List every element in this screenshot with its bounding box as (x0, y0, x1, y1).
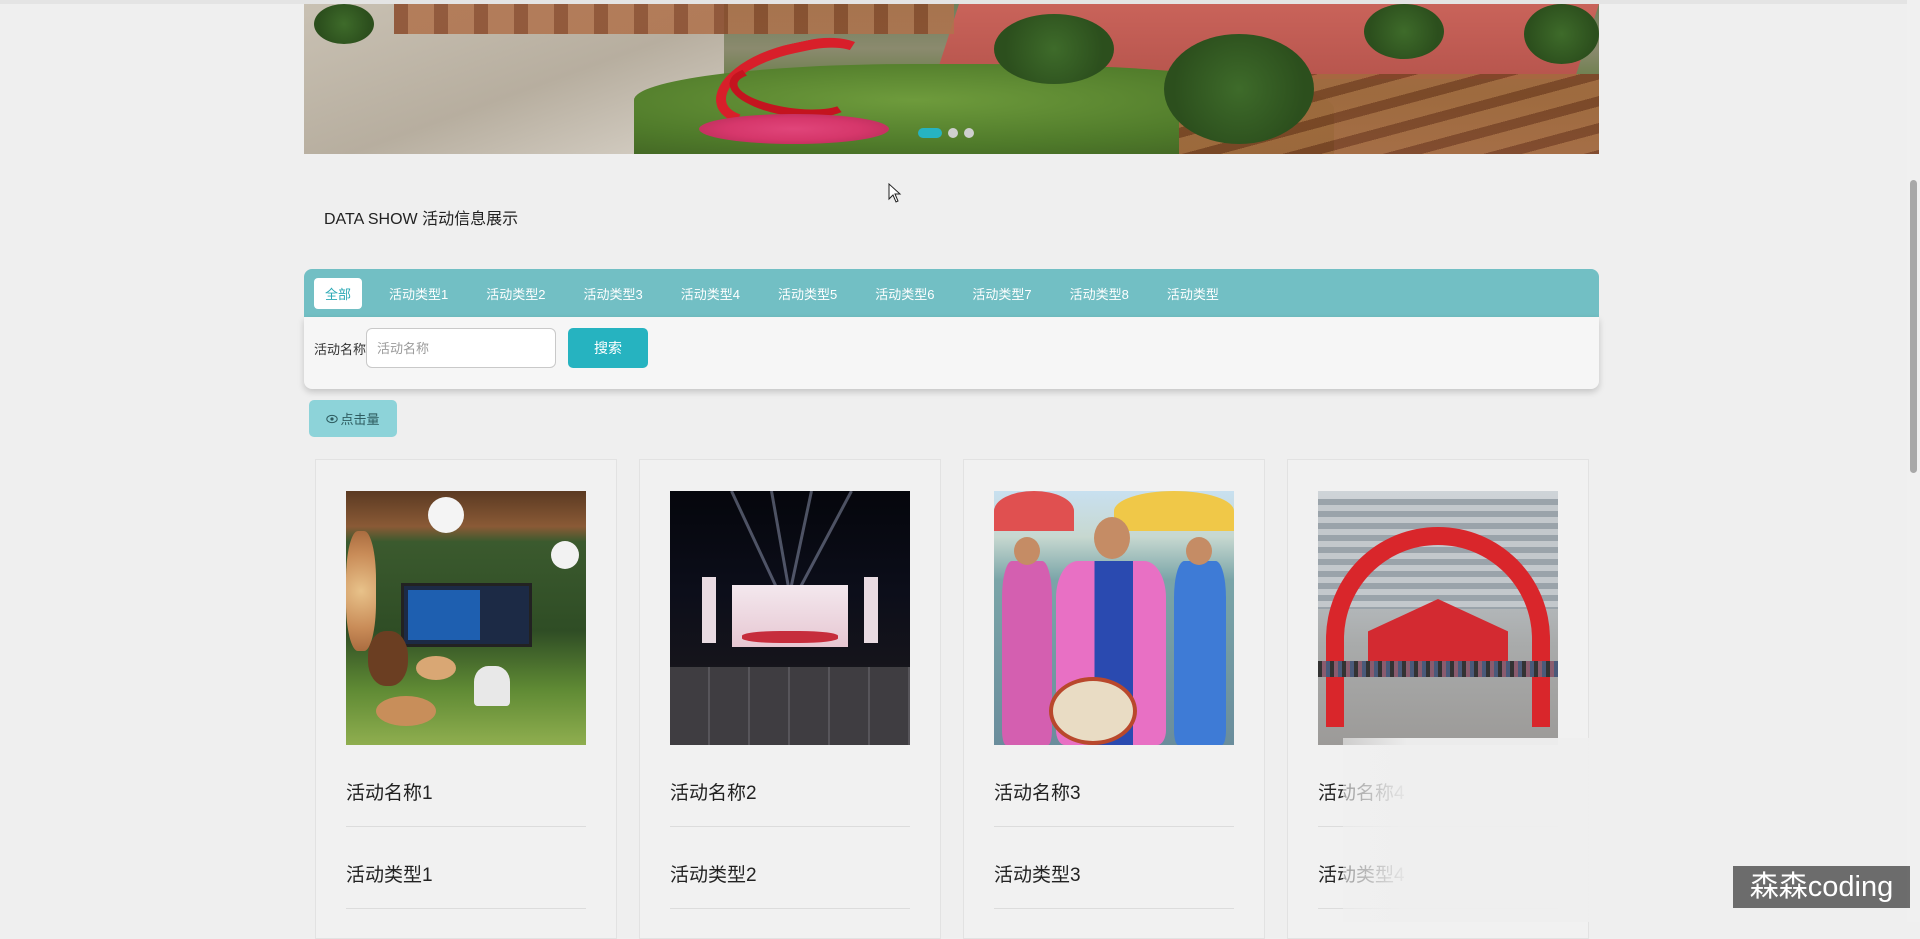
image-dancer-head (1186, 537, 1212, 565)
image-teddy-bear (368, 631, 408, 686)
image-drum (1049, 677, 1137, 745)
divider (670, 826, 910, 827)
search-panel: 活动名称 搜索 (304, 317, 1599, 389)
divider (346, 908, 586, 909)
image-floor (670, 667, 910, 745)
image-dancer-head (1094, 517, 1130, 559)
image-balloon (551, 541, 579, 569)
sort-by-clicks-button[interactable]: 点击量 (309, 400, 397, 437)
carousel-dot-1[interactable] (918, 128, 942, 138)
sort-label: 点击量 (340, 412, 380, 427)
activity-name[interactable]: 活动名称1 (346, 778, 433, 805)
scrollbar-thumb[interactable] (1910, 180, 1917, 473)
tab-all[interactable]: 全部 (314, 277, 363, 309)
activity-image[interactable] (1318, 491, 1558, 745)
search-label: 活动名称 (314, 342, 367, 357)
watermark: 森森coding (1733, 866, 1910, 908)
activity-type: 活动类型2 (670, 865, 757, 886)
image-chair (474, 666, 510, 706)
banner-image-flowerbed (699, 114, 889, 144)
divider (346, 826, 586, 827)
activity-name[interactable]: 活动名称3 (994, 778, 1081, 805)
image-dancer-head (1014, 537, 1040, 565)
image-balloon (376, 696, 436, 726)
carousel-dot-2[interactable] (948, 128, 958, 138)
activity-name[interactable]: 活动名称2 (670, 778, 757, 805)
category-tabs: 全部 活动类型1 活动类型2 活动类型3 活动类型4 活动类型5 活动类型6 活… (304, 269, 1599, 317)
image-dancer (1174, 561, 1226, 745)
image-side-screen (864, 577, 878, 643)
activity-image[interactable] (994, 491, 1234, 745)
image-side-screen (702, 577, 716, 643)
activity-image[interactable] (670, 491, 910, 745)
tab-type-2[interactable]: 活动类型2 (475, 278, 556, 309)
image-balloon (416, 656, 456, 680)
activity-card[interactable]: 活动名称2 活动类型2 (639, 459, 941, 939)
divider (670, 908, 910, 909)
blurred-region (1343, 738, 1603, 922)
image-light-beam (793, 491, 853, 598)
image-umbrella (1114, 491, 1234, 531)
carousel-indicators (918, 128, 974, 138)
banner-carousel[interactable] (304, 4, 1599, 154)
tab-type-7[interactable]: 活动类型7 (961, 278, 1042, 309)
banner-image-tree (1164, 34, 1314, 144)
tab-type-6[interactable]: 活动类型6 (864, 278, 945, 309)
image-crowd (1318, 661, 1558, 677)
tab-type-3[interactable]: 活动类型3 (572, 278, 653, 309)
activity-type: 活动类型1 (346, 865, 433, 886)
carousel-dot-3[interactable] (964, 128, 974, 138)
banner-image-tree (1364, 4, 1444, 59)
tab-type-4[interactable]: 活动类型4 (670, 278, 751, 309)
activity-type: 活动类型3 (994, 865, 1081, 886)
eye-icon (326, 414, 339, 423)
image-balloon-column (346, 531, 376, 651)
mouse-cursor-icon (888, 183, 902, 203)
tab-type-8[interactable]: 活动类型8 (1059, 278, 1140, 309)
banner-image-tree (1524, 4, 1599, 64)
image-balloon (428, 497, 464, 533)
page-scrollbar[interactable] (1907, 0, 1920, 922)
divider (994, 908, 1234, 909)
section-title: DATA SHOW 活动信息展示 (324, 211, 519, 228)
tab-type-other[interactable]: 活动类型 (1156, 278, 1230, 309)
image-dancer (1002, 561, 1052, 745)
activity-image[interactable] (346, 491, 586, 745)
image-umbrella (994, 491, 1074, 531)
image-screen (401, 583, 532, 647)
search-input[interactable] (366, 328, 556, 368)
divider (994, 826, 1234, 827)
image-stage-screen (732, 585, 848, 647)
activity-card[interactable]: 活动名称3 活动类型3 (963, 459, 1265, 939)
search-button[interactable]: 搜索 (568, 328, 648, 368)
banner-image-tree (994, 14, 1114, 84)
banner-image-tree (314, 4, 374, 44)
tab-type-5[interactable]: 活动类型5 (767, 278, 848, 309)
banner-image-pergola (394, 4, 954, 34)
activity-card[interactable]: 活动名称1 活动类型1 (315, 459, 617, 939)
tab-type-1[interactable]: 活动类型1 (378, 278, 459, 309)
